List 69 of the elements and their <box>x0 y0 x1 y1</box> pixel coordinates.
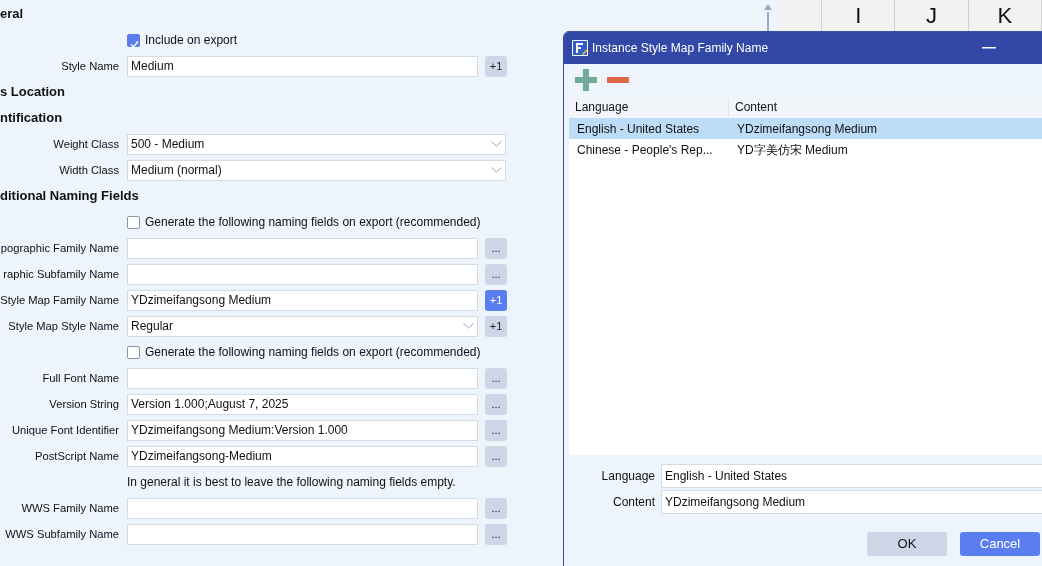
glyph[interactable]: K <box>997 2 1013 29</box>
field-label: raphic Subfamily Name <box>3 267 119 280</box>
input-field[interactable]: YDzimeifangsong Medium:Version 1.000 <box>127 419 478 441</box>
add-icon[interactable] <box>575 69 597 91</box>
field-label: WWS Subfamily Name <box>5 527 119 540</box>
section-heading: eral <box>0 5 24 24</box>
section-heading: ntification <box>0 109 63 128</box>
input-field[interactable]: YDzimeifangsong-Medium <box>127 445 478 467</box>
chevron-down-icon <box>491 167 502 173</box>
ok-button[interactable]: OK <box>867 532 947 556</box>
field-label: pographic Family Name <box>0 241 119 254</box>
plus-one-button[interactable]: +1 <box>485 289 507 311</box>
cancel-button[interactable]: Cancel <box>960 532 1040 556</box>
plus-one-button[interactable]: +1 <box>485 315 507 337</box>
checkbox-label: Generate the following naming fields on export (recommended) <box>145 214 481 231</box>
field-label: Content <box>611 494 655 511</box>
checkbox[interactable] <box>127 345 140 359</box>
field-label: Width Class <box>59 163 119 176</box>
column-header[interactable]: Language <box>569 98 729 116</box>
field-label: Style Map Style Name <box>8 319 119 332</box>
glyph[interactable]: J <box>926 2 938 29</box>
input-field[interactable] <box>127 367 478 389</box>
plus-one-button[interactable]: +1 <box>485 55 507 77</box>
field-label: WWS Family Name <box>21 501 119 514</box>
input-field[interactable]: YDzimeifangsong Medium <box>127 289 478 311</box>
more-button[interactable]: ... <box>485 237 507 259</box>
input-field[interactable]: Version 1.000;August 7, 2025 <box>127 393 478 415</box>
more-button[interactable]: ... <box>485 445 507 467</box>
app-icon <box>572 40 588 56</box>
field-label: Full Font Name <box>42 371 119 384</box>
dropdown[interactable]: 500 - Medium <box>127 133 506 155</box>
more-button[interactable]: ... <box>485 367 507 389</box>
dropdown[interactable]: Regular <box>127 315 478 337</box>
field-label: PostScript Name <box>35 449 119 462</box>
input-field[interactable]: YDzimeifangsong Medium <box>661 490 1042 514</box>
field-label: Weight Class <box>53 137 119 150</box>
column-header[interactable]: Content <box>729 98 778 116</box>
window-title: Instance Style Map Family Name <box>592 40 769 57</box>
field-label: Language <box>600 468 655 485</box>
field-label: Unique Font Identifier <box>12 423 119 436</box>
section-heading: ditional Naming Fields <box>0 187 139 206</box>
checkbox-label: Generate the following naming fields on export (recommended) <box>145 344 481 361</box>
field-label: Style Map Family Name <box>0 293 119 306</box>
more-button[interactable]: ... <box>485 393 507 415</box>
list-row[interactable]: English - United States YDzimeifangsong Medium <box>569 118 1042 139</box>
section-heading: s Location <box>0 83 65 102</box>
chevron-down-icon <box>463 323 474 329</box>
more-button[interactable]: ... <box>485 263 507 285</box>
hint-text: In general it is best to leave the following naming fields empty. <box>127 474 456 491</box>
minimize-icon[interactable] <box>982 47 996 49</box>
glyph[interactable]: I <box>855 2 862 29</box>
more-button[interactable]: ... <box>485 523 507 545</box>
checkbox[interactable] <box>127 215 140 229</box>
input-field[interactable] <box>127 523 478 545</box>
field-label: Style Name <box>61 59 119 72</box>
input-field[interactable] <box>127 263 478 285</box>
remove-icon[interactable] <box>607 77 629 83</box>
input-field[interactable] <box>127 237 478 259</box>
input-field[interactable]: Medium <box>127 55 478 77</box>
more-button[interactable]: ... <box>485 419 507 441</box>
field-label: Version String <box>49 397 119 410</box>
chevron-down-icon <box>491 141 502 147</box>
more-button[interactable]: ... <box>485 497 507 519</box>
input-field[interactable]: English - United States <box>661 464 1042 488</box>
checkbox-label: Include on export <box>145 32 238 49</box>
checkbox[interactable] <box>127 33 140 47</box>
list-row[interactable]: Chinese - People's Rep... YD字美仿宋 Medium <box>569 139 1042 160</box>
input-field[interactable] <box>127 497 478 519</box>
dropdown[interactable]: Medium (normal) <box>127 159 506 181</box>
